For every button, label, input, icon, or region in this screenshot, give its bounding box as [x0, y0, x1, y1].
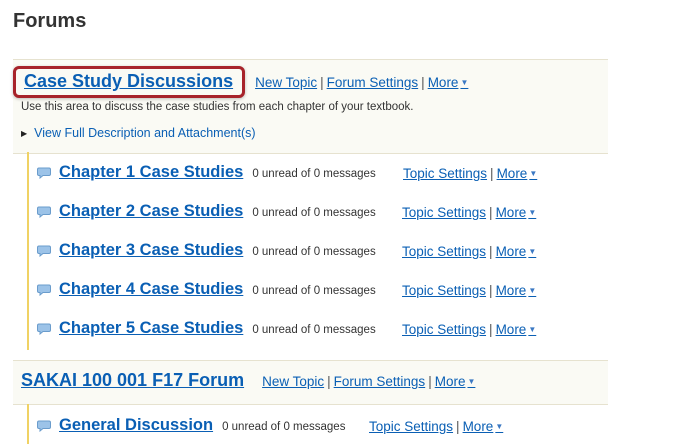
more-menu-link[interactable]: More ▼ [496, 322, 537, 337]
topic-settings-link[interactable]: Topic Settings [402, 283, 486, 298]
caret-down-icon: ▼ [467, 377, 476, 386]
more-label: More [496, 166, 528, 181]
separator: | [456, 419, 460, 434]
unread-count: 0 unread of 0 messages [252, 246, 376, 258]
full-description-toggle[interactable]: ▶ View Full Description and Attachment(s) [21, 126, 256, 140]
topic-actions: Topic Settings | More ▼ [402, 205, 536, 220]
topic-title-link[interactable]: Chapter 4 Case Studies [59, 280, 243, 299]
more-label: More [434, 374, 466, 389]
more-menu-link[interactable]: More ▼ [496, 283, 537, 298]
unread-count: 0 unread of 0 messages [252, 168, 376, 180]
separator: | [489, 322, 493, 337]
unread-count: 0 unread of 0 messages [222, 421, 346, 433]
topic-row: General Discussion 0 unread of 0 message… [37, 416, 345, 435]
caret-down-icon: ▼ [528, 208, 537, 217]
more-label: More [495, 205, 527, 220]
separator: | [327, 374, 331, 389]
forum-actions: New Topic | Forum Settings | More ▼ [262, 374, 475, 389]
topic-actions: Topic Settings | More ▼ [402, 244, 536, 259]
topic-list: General Discussion 0 unread of 0 message… [27, 404, 609, 444]
speech-bubble-icon [37, 245, 51, 257]
forum-header-case-study: Case Study Discussions New Topic | Forum S… [13, 59, 608, 154]
speech-bubble-icon [37, 206, 51, 218]
forum-description: Use this area to discuss the case studie… [21, 101, 414, 113]
more-label: More [495, 244, 527, 259]
topic-list: Chapter 1 Case Studies 0 unread of 0 mes… [27, 152, 609, 350]
forum-title-link[interactable]: SAKAI 100 001 F17 Forum [21, 370, 244, 391]
separator: | [490, 166, 494, 181]
speech-bubble-icon [37, 284, 51, 296]
caret-down-icon: ▼ [528, 286, 537, 295]
speech-bubble-icon [37, 167, 51, 179]
topic-settings-link[interactable]: Topic Settings [402, 322, 486, 337]
speech-bubble-icon [37, 420, 51, 432]
separator: | [489, 244, 493, 259]
speech-bubble-icon [37, 323, 51, 335]
topic-actions: Topic Settings | More ▼ [369, 419, 503, 434]
caret-down-icon: ▼ [495, 422, 504, 431]
caret-down-icon: ▼ [528, 325, 537, 334]
page-title: Forums [13, 10, 87, 32]
unread-count: 0 unread of 0 messages [252, 285, 376, 297]
forum-header-sakai: SAKAI 100 001 F17 Forum New Topic | Forum … [13, 360, 608, 405]
more-label: More [427, 75, 459, 90]
topic-title-link[interactable]: Chapter 5 Case Studies [59, 319, 243, 338]
unread-count: 0 unread of 0 messages [252, 207, 376, 219]
topic-settings-link[interactable]: Topic Settings [403, 166, 487, 181]
forum-settings-link[interactable]: Forum Settings [327, 75, 419, 90]
more-menu-link[interactable]: More ▼ [497, 166, 538, 181]
more-label: More [495, 283, 527, 298]
topic-actions: Topic Settings | More ▼ [402, 283, 536, 298]
topic-title-link[interactable]: Chapter 2 Case Studies [59, 202, 243, 221]
topic-settings-link[interactable]: Topic Settings [402, 205, 486, 220]
separator: | [428, 374, 432, 389]
more-menu-link[interactable]: More ▼ [496, 205, 537, 220]
topic-row: Chapter 3 Case Studies 0 unread of 0 mes… [37, 241, 376, 260]
topic-row: Chapter 5 Case Studies 0 unread of 0 mes… [37, 319, 376, 338]
separator: | [421, 75, 425, 90]
caret-down-icon: ▼ [528, 247, 537, 256]
topic-row: Chapter 4 Case Studies 0 unread of 0 mes… [37, 280, 376, 299]
topic-title-link[interactable]: Chapter 1 Case Studies [59, 163, 243, 182]
forum-settings-link[interactable]: Forum Settings [334, 374, 426, 389]
triangle-right-icon: ▶ [21, 129, 28, 138]
more-label: More [495, 322, 527, 337]
topic-settings-link[interactable]: Topic Settings [369, 419, 453, 434]
full-description-link[interactable]: View Full Description and Attachment(s) [34, 126, 255, 140]
unread-count: 0 unread of 0 messages [252, 324, 376, 336]
new-topic-link[interactable]: New Topic [255, 75, 317, 90]
new-topic-link[interactable]: New Topic [262, 374, 324, 389]
topic-row: Chapter 2 Case Studies 0 unread of 0 mes… [37, 202, 376, 221]
highlighted-forum-title: Case Study Discussions [13, 66, 246, 98]
topic-title-link[interactable]: General Discussion [59, 416, 213, 435]
topic-row: Chapter 1 Case Studies 0 unread of 0 mes… [37, 163, 376, 182]
topic-actions: Topic Settings | More ▼ [403, 166, 537, 181]
separator: | [489, 283, 493, 298]
topic-actions: Topic Settings | More ▼ [402, 322, 536, 337]
more-menu-link[interactable]: More ▼ [435, 374, 476, 389]
separator: | [489, 205, 493, 220]
caret-down-icon: ▼ [529, 169, 538, 178]
more-menu-link[interactable]: More ▼ [428, 75, 469, 90]
forum-actions: New Topic | Forum Settings | More ▼ [255, 75, 468, 90]
more-label: More [462, 419, 494, 434]
separator: | [320, 75, 324, 90]
topic-title-link[interactable]: Chapter 3 Case Studies [59, 241, 243, 260]
forum-title-link[interactable]: Case Study Discussions [24, 71, 233, 91]
topic-settings-link[interactable]: Topic Settings [402, 244, 486, 259]
caret-down-icon: ▼ [460, 78, 469, 87]
more-menu-link[interactable]: More ▼ [463, 419, 504, 434]
more-menu-link[interactable]: More ▼ [496, 244, 537, 259]
